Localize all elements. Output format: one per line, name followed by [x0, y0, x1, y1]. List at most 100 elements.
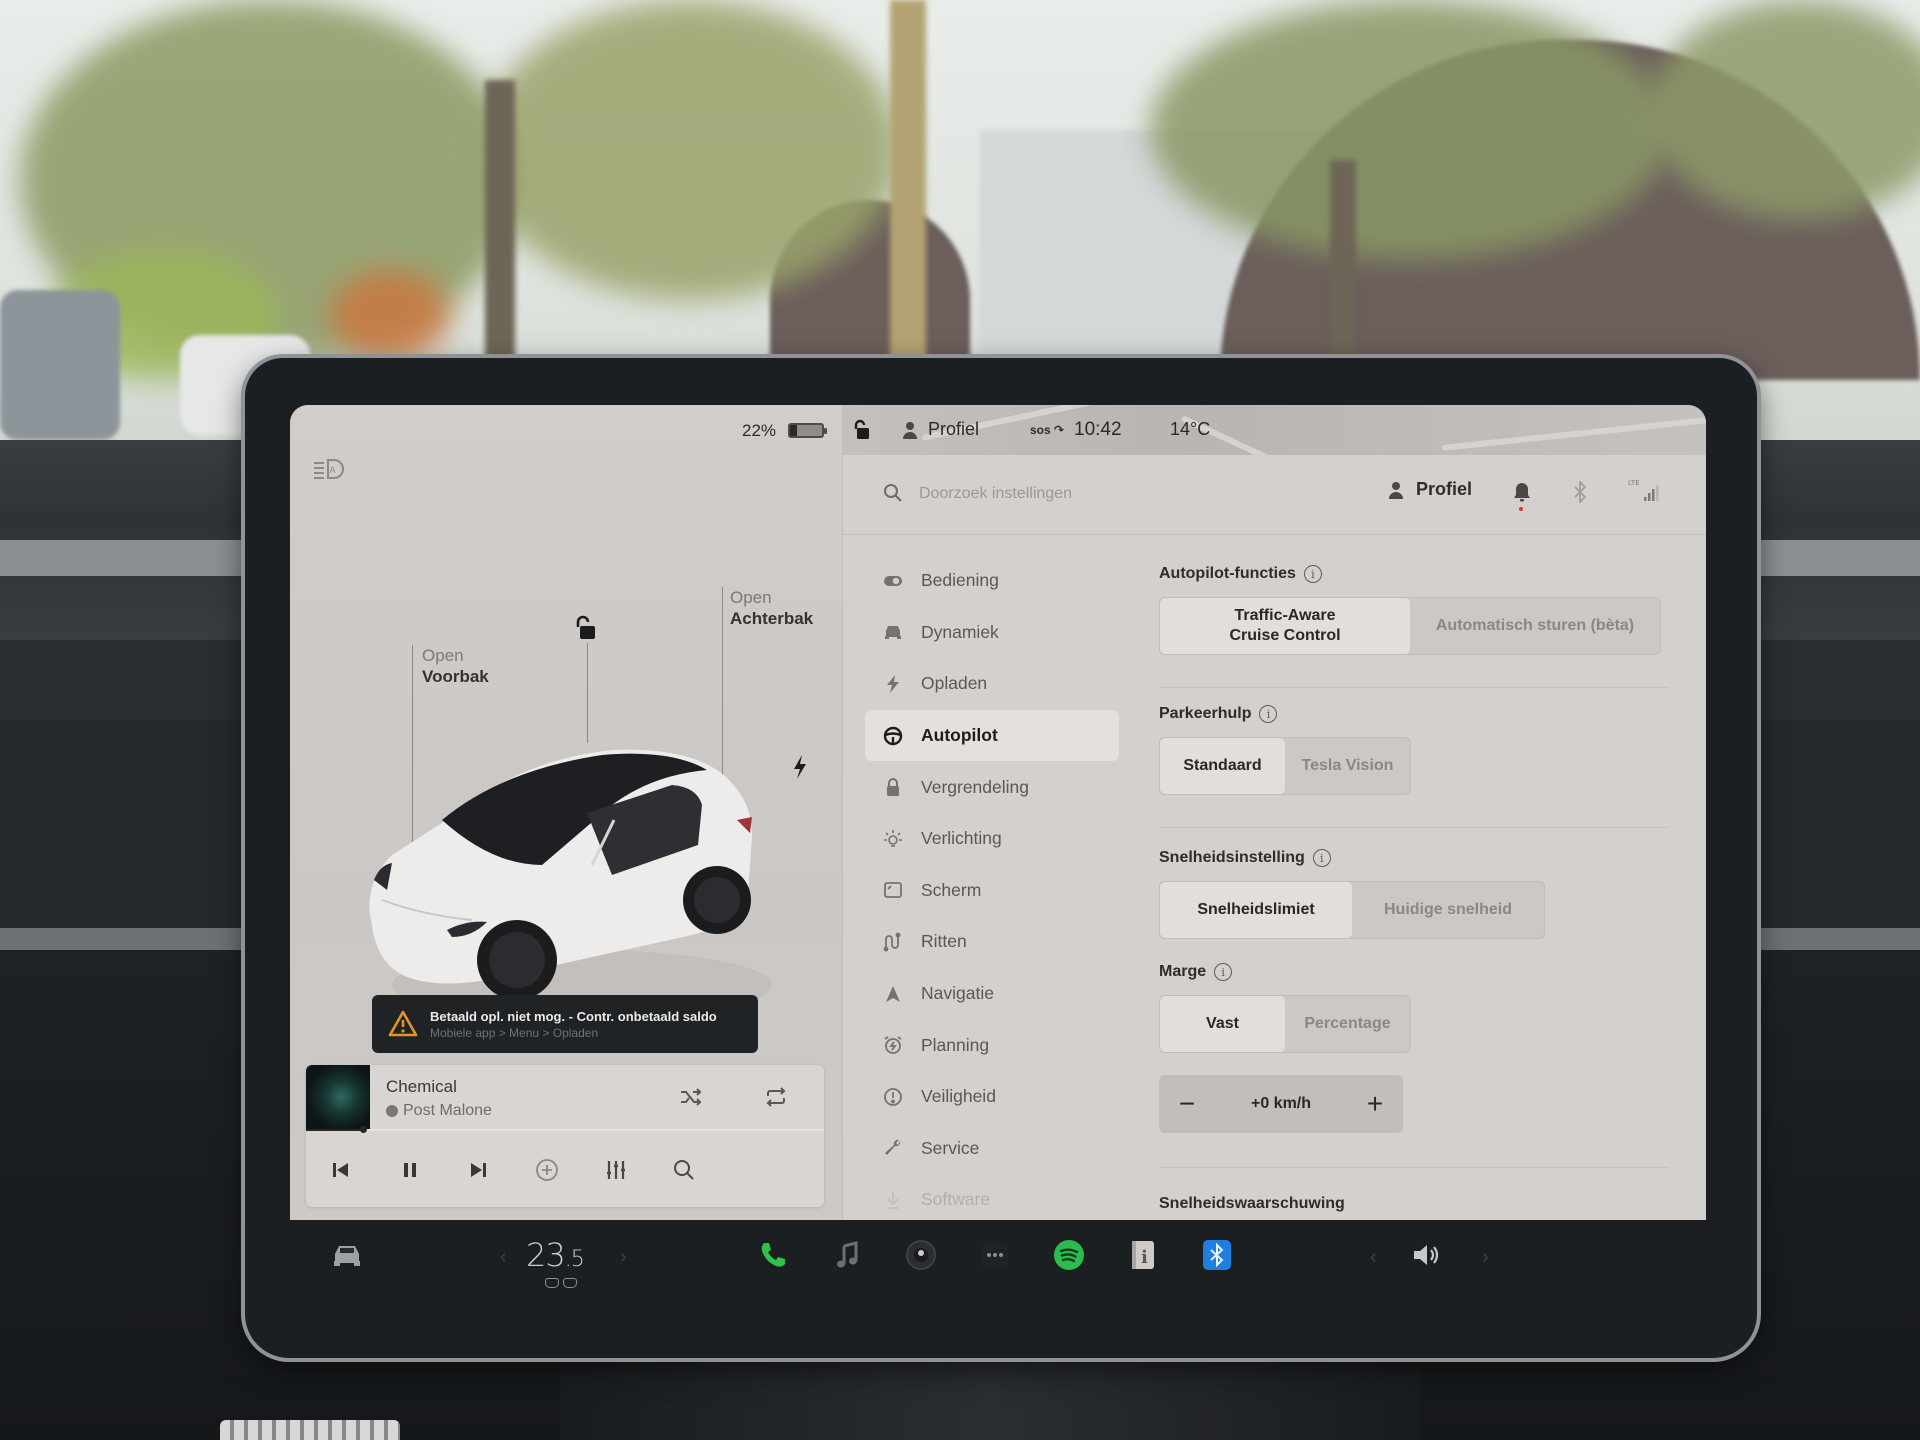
- media-search-icon[interactable]: [669, 1155, 699, 1185]
- bluetooth-icon[interactable]: [1573, 479, 1587, 505]
- option-current-speed[interactable]: Huidige snelheid: [1352, 882, 1544, 938]
- lock-icon: [883, 777, 903, 797]
- open-frunk-button[interactable]: Open Voorbak: [422, 645, 489, 687]
- option-autosteer-beta[interactable]: Automatisch sturen (bèta): [1410, 598, 1660, 654]
- more-apps-icon[interactable]: [978, 1238, 1012, 1272]
- trips-icon: [883, 932, 903, 952]
- repeat-icon[interactable]: [761, 1082, 791, 1112]
- person-icon: [903, 421, 917, 439]
- section-divider: [1159, 827, 1669, 828]
- car-icon: [883, 622, 903, 642]
- bottom-dock: ‹ 23.5 › i ‹ ›: [290, 1220, 1706, 1300]
- navigation-arrow-icon: [883, 984, 903, 1004]
- volume-decrease-chevron-icon[interactable]: ‹: [1370, 1246, 1377, 1269]
- car-unlocked-icon[interactable]: [573, 615, 597, 641]
- next-track-icon[interactable]: [463, 1155, 493, 1185]
- sidebar-item-verlichting[interactable]: Verlichting: [865, 813, 1119, 865]
- sidebar-item-software[interactable]: Software: [865, 1174, 1119, 1220]
- pause-icon[interactable]: [395, 1155, 425, 1185]
- volume-icon[interactable]: [1410, 1238, 1444, 1272]
- notification-bell-icon[interactable]: [1513, 481, 1531, 503]
- volume-increase-chevron-icon[interactable]: ›: [1482, 1246, 1489, 1269]
- option-speed-limit[interactable]: Snelheidslimiet: [1160, 882, 1352, 938]
- sidebar-item-navigatie[interactable]: Navigatie: [865, 968, 1119, 1020]
- track-artist: Post Malone: [403, 1102, 492, 1119]
- charging-alert-banner[interactable]: Betaald opl. niet mog. - Contr. onbetaal…: [372, 995, 758, 1053]
- sidebar-item-label: Navigatie: [921, 983, 994, 1004]
- media-controls: [306, 1133, 824, 1207]
- info-icon[interactable]: i: [1312, 849, 1331, 867]
- add-to-library-icon[interactable]: [532, 1155, 562, 1185]
- seat-heater-icons[interactable]: [545, 1278, 579, 1290]
- spotify-source-icon: [386, 1105, 398, 1117]
- cabin-temperature[interactable]: 23.5: [526, 1236, 585, 1274]
- display-stand: [560, 1350, 1420, 1440]
- option-tesla-vision[interactable]: Tesla Vision: [1285, 738, 1410, 794]
- status-profile-button[interactable]: Profiel: [902, 419, 979, 440]
- warning-icon: [388, 1010, 418, 1038]
- autopilot-features-title: Autopilot-functies: [1159, 565, 1296, 582]
- info-icon[interactable]: i: [1214, 963, 1233, 981]
- option-traffic-aware-cruise-control[interactable]: Traffic-Aware Cruise Control: [1160, 598, 1410, 654]
- status-bar: 22% Profiel sos ↷ 10:42 14°C: [290, 405, 1706, 455]
- option-percentage[interactable]: Percentage: [1285, 996, 1410, 1052]
- charge-port-lightning-icon[interactable]: [792, 755, 808, 779]
- offset-label: Marge i: [1159, 963, 1233, 981]
- previous-track-icon[interactable]: [326, 1155, 356, 1185]
- sidebar-item-label: Scherm: [921, 879, 982, 900]
- settings-search-input[interactable]: [919, 479, 1359, 509]
- equalizer-icon[interactable]: [601, 1155, 631, 1185]
- sidebar-item-service[interactable]: Service: [865, 1123, 1119, 1175]
- sidebar-item-opladen[interactable]: Opladen: [865, 658, 1119, 710]
- camera-icon[interactable]: [904, 1238, 938, 1272]
- temp-increase-chevron-icon[interactable]: ›: [620, 1246, 627, 1269]
- album-art[interactable]: [306, 1065, 370, 1129]
- battery-icon[interactable]: [788, 423, 827, 438]
- option-fixed[interactable]: Vast: [1160, 996, 1285, 1052]
- alert-circle-icon: [883, 1087, 903, 1107]
- sidebar-item-scherm[interactable]: Scherm: [865, 865, 1119, 917]
- tree: [1150, 0, 1670, 260]
- info-icon[interactable]: i: [1259, 705, 1278, 723]
- info-icon[interactable]: i: [1303, 565, 1322, 583]
- playback-progress-bar[interactable]: [306, 1126, 824, 1133]
- svg-text:A: A: [330, 466, 337, 476]
- auto-headlights-icon[interactable]: A: [312, 457, 346, 481]
- car-3d-illustration[interactable]: [352, 715, 782, 1025]
- sidebar-item-bediening[interactable]: Bediening: [865, 555, 1119, 607]
- sidebar-item-planning[interactable]: Planning: [865, 1019, 1119, 1071]
- cabin-temp-integer: 23: [526, 1236, 566, 1274]
- settings-sidebar: Bediening Dynamiek Opladen Autopilot Ver…: [865, 555, 1119, 1220]
- sos-call-button[interactable]: sos ↷: [1030, 423, 1064, 437]
- download-icon: [883, 1190, 903, 1210]
- alarm-clock-icon: [883, 1035, 903, 1055]
- open-trunk-button[interactable]: Open Achterbak: [730, 587, 813, 629]
- cabin-temp-decimal: .5: [564, 1247, 585, 1272]
- owners-manual-icon[interactable]: i: [1126, 1238, 1160, 1272]
- car-controls-icon[interactable]: [330, 1238, 364, 1272]
- sidebar-item-veiligheid[interactable]: Veiligheid: [865, 1071, 1119, 1123]
- sidebar-item-dynamiek[interactable]: Dynamiek: [865, 607, 1119, 659]
- unlocked-icon[interactable]: [852, 419, 870, 441]
- sidebar-item-autopilot[interactable]: Autopilot: [865, 709, 1119, 762]
- speed-warning-label[interactable]: Snelheidswaarschuwing: [1159, 1195, 1345, 1213]
- phone-icon[interactable]: [756, 1238, 790, 1272]
- sidebar-item-ritten[interactable]: Ritten: [865, 916, 1119, 968]
- sidebar-item-vergrendeling[interactable]: Vergrendeling: [865, 761, 1119, 813]
- header-profile-button[interactable]: Profiel: [1388, 479, 1472, 500]
- temp-decrease-chevron-icon[interactable]: ‹: [500, 1246, 507, 1269]
- speed-setting-label: Snelheidsinstelling i: [1159, 849, 1331, 867]
- option-standard[interactable]: Standaard: [1160, 738, 1285, 794]
- spotify-app-icon[interactable]: [1052, 1238, 1086, 1272]
- clock: 10:42: [1074, 419, 1122, 440]
- increase-offset-button[interactable]: +: [1347, 1075, 1403, 1133]
- playback-progress-knob[interactable]: [359, 1126, 367, 1133]
- car-panel: A Open Voorbak Open Achterbak Betaald op…: [290, 405, 842, 1220]
- shuffle-icon[interactable]: [676, 1082, 706, 1112]
- park-assist-label: Parkeerhulp i: [1159, 705, 1278, 723]
- battery-level-fill: [790, 425, 798, 436]
- decrease-offset-button[interactable]: −: [1159, 1075, 1215, 1133]
- bluetooth-app-icon[interactable]: [1200, 1238, 1234, 1272]
- tree-trunk: [890, 0, 926, 360]
- music-icon[interactable]: [830, 1238, 864, 1272]
